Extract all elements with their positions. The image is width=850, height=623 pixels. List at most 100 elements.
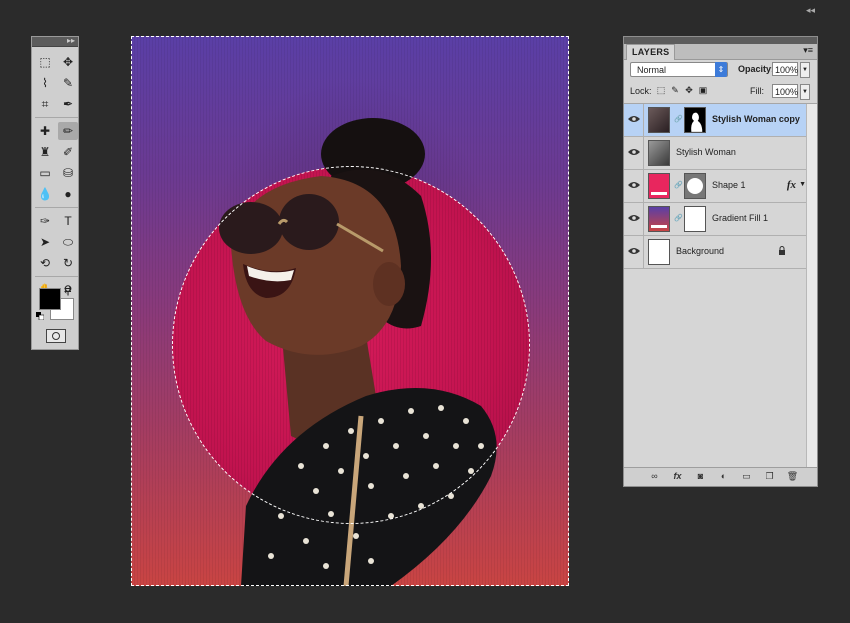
circle-mask-shape xyxy=(687,178,703,194)
new-layer-icon[interactable]: ❐ xyxy=(763,471,776,482)
tool-separator xyxy=(35,276,78,277)
quick-mask-button[interactable] xyxy=(46,329,66,343)
opacity-label: Opacity: xyxy=(738,64,775,74)
pen-tool-icon[interactable]: ✑ xyxy=(35,212,55,230)
canvas-selection-marquee xyxy=(131,36,569,586)
eye-column-divider xyxy=(643,104,644,137)
layers-panel: LAYERS ▾≡ Normal ⇕ Opacity: 100% ▼ Lock: … xyxy=(623,36,818,487)
marquee-tool-icon[interactable]: ⬚ xyxy=(35,53,55,71)
mask-link-icon[interactable]: 🔗 xyxy=(674,214,683,222)
layer-name: Stylish Woman xyxy=(676,147,736,157)
quick-mask-icon xyxy=(52,332,60,340)
layer-thumbnail[interactable] xyxy=(648,173,670,199)
adjustment-layer-icon[interactable]: ◐ xyxy=(717,471,730,482)
visibility-eye-icon[interactable] xyxy=(628,247,640,255)
path-selection-tool-icon[interactable]: ➤ xyxy=(35,233,55,251)
mask-link-icon[interactable]: 🔗 xyxy=(674,181,683,189)
layer-lock-icon xyxy=(779,246,785,255)
layer-mask-thumbnail[interactable] xyxy=(684,206,706,232)
tools-grid: ⬚✥⌇✎⌗✒✚✏♜✐▭⛁💧●✑T➤⬭⟲↻✋⚲ xyxy=(32,47,78,299)
layer-thumbnail[interactable] xyxy=(648,107,670,133)
add-mask-icon[interactable]: ◙ xyxy=(694,471,707,482)
visibility-eye-icon[interactable] xyxy=(628,214,640,222)
color-swatches: ⇄ xyxy=(36,285,76,325)
trash-icon[interactable]: 🗑 xyxy=(786,471,799,482)
layer-name: Background xyxy=(676,246,725,256)
mask-link-icon[interactable]: 🔗 xyxy=(674,115,683,123)
layer-name: Shape 1 xyxy=(712,180,746,190)
tools-panel-grip[interactable]: ▸▸ xyxy=(32,36,78,47)
expand-effects-icon[interactable]: ▼ xyxy=(799,181,806,188)
visibility-eye-icon[interactable] xyxy=(628,148,640,156)
layers-panel-titlebar[interactable] xyxy=(624,37,817,44)
healing-brush-tool-icon[interactable]: ✚ xyxy=(35,122,55,140)
fill-dropdown-icon[interactable]: ▼ xyxy=(800,84,810,100)
layers-bottom-bar: ∞ fx ◙ ◐ ▭ ❐ 🗑 xyxy=(624,467,817,486)
foreground-color-swatch[interactable] xyxy=(39,288,61,310)
layer-name: Gradient Fill 1 xyxy=(712,213,769,223)
blend-mode-select[interactable]: Normal ⇕ xyxy=(630,62,728,77)
layers-scrollbar[interactable] xyxy=(806,104,817,468)
swap-colors-icon[interactable]: ⇄ xyxy=(64,285,72,296)
crop-tool-icon[interactable]: ⌗ xyxy=(35,95,55,113)
ellipse-tool-icon[interactable]: ⬭ xyxy=(58,233,78,251)
layer-effects-icon[interactable]: fx xyxy=(787,179,796,191)
document-canvas[interactable] xyxy=(131,36,569,586)
fx-icon[interactable]: fx xyxy=(671,471,684,482)
3d-orbit-tool-icon[interactable]: ↻ xyxy=(58,254,78,272)
new-group-icon[interactable]: ▭ xyxy=(740,471,753,482)
3d-rotate-tool-icon[interactable]: ⟲ xyxy=(35,254,55,272)
lasso-tool-icon[interactable]: ⌇ xyxy=(35,74,55,92)
visibility-eye-icon[interactable] xyxy=(628,181,640,189)
eye-column-divider xyxy=(643,137,644,170)
tab-layers[interactable]: LAYERS xyxy=(626,44,676,60)
tool-separator xyxy=(35,117,78,118)
eye-column-divider xyxy=(643,236,644,269)
tools-panel-expand-icon[interactable]: ▸▸ xyxy=(67,36,75,45)
layer-mask-thumbnail[interactable] xyxy=(684,173,706,199)
move-tool-icon[interactable]: ✥ xyxy=(58,53,78,71)
layer-row[interactable]: 🔗 Gradient Fill 1 xyxy=(624,203,808,236)
layer-row[interactable]: 🔗 Stylish Woman copy xyxy=(624,104,808,137)
paint-bucket-tool-icon[interactable]: ⛁ xyxy=(58,164,78,182)
layer-row[interactable]: 🔗 Shape 1 fx ▼ xyxy=(624,170,808,203)
type-tool-icon[interactable]: T xyxy=(58,212,78,230)
eyedropper-tool-icon[interactable]: ✒ xyxy=(58,95,78,113)
fill-layer-indicator xyxy=(651,192,667,195)
eraser-tool-icon[interactable]: ▭ xyxy=(35,164,55,182)
layer-thumbnail[interactable] xyxy=(648,140,670,166)
collapse-panels-icon[interactable]: ◂◂ xyxy=(806,5,815,16)
fill-label: Fill: xyxy=(750,86,764,96)
brush-tool-icon[interactable]: ✏ xyxy=(58,122,78,140)
layers-list: 🔗 Stylish Woman copy Stylish Woman 🔗 Shape 1… xyxy=(624,103,817,468)
panel-menu-icon[interactable]: ▾≡ xyxy=(803,45,813,56)
link-layers-icon[interactable]: ∞ xyxy=(648,471,661,482)
opacity-dropdown-icon[interactable]: ▼ xyxy=(800,62,810,78)
lock-transparent-icon[interactable]: ⬚ xyxy=(656,85,666,95)
layer-mask-thumbnail[interactable] xyxy=(684,107,706,133)
eye-column-divider xyxy=(643,203,644,236)
tools-panel: ▸▸ ⬚✥⌇✎⌗✒✚✏♜✐▭⛁💧●✑T➤⬭⟲↻✋⚲ ⇄ xyxy=(31,36,79,350)
quick-selection-tool-icon[interactable]: ✎ xyxy=(58,74,78,92)
blur-tool-icon[interactable]: 💧 xyxy=(35,185,55,203)
lock-position-icon[interactable]: ✥ xyxy=(684,85,694,95)
layer-thumbnail[interactable] xyxy=(648,206,670,232)
silhouette-mask-icon xyxy=(691,112,703,132)
layer-thumbnail[interactable] xyxy=(648,239,670,265)
default-colors-icon[interactable] xyxy=(36,312,44,320)
layers-panel-tabs: LAYERS ▾≡ xyxy=(624,44,817,60)
layer-row[interactable]: Stylish Woman xyxy=(624,137,808,170)
opacity-input[interactable]: 100% xyxy=(772,62,798,76)
dodge-tool-icon[interactable]: ● xyxy=(58,185,78,203)
layer-name: Stylish Woman copy xyxy=(712,114,800,124)
eye-column-divider xyxy=(643,170,644,203)
lock-all-icon[interactable]: ▣ xyxy=(698,85,708,95)
layer-row[interactable]: Background xyxy=(624,236,808,269)
lock-label: Lock: xyxy=(630,86,652,96)
clone-stamp-tool-icon[interactable]: ♜ xyxy=(35,143,55,161)
visibility-eye-icon[interactable] xyxy=(628,115,640,123)
fill-input[interactable]: 100% xyxy=(772,84,798,98)
history-brush-tool-icon[interactable]: ✐ xyxy=(58,143,78,161)
lock-image-icon[interactable]: ✎ xyxy=(670,85,680,95)
select-arrows-icon: ⇕ xyxy=(715,62,727,77)
